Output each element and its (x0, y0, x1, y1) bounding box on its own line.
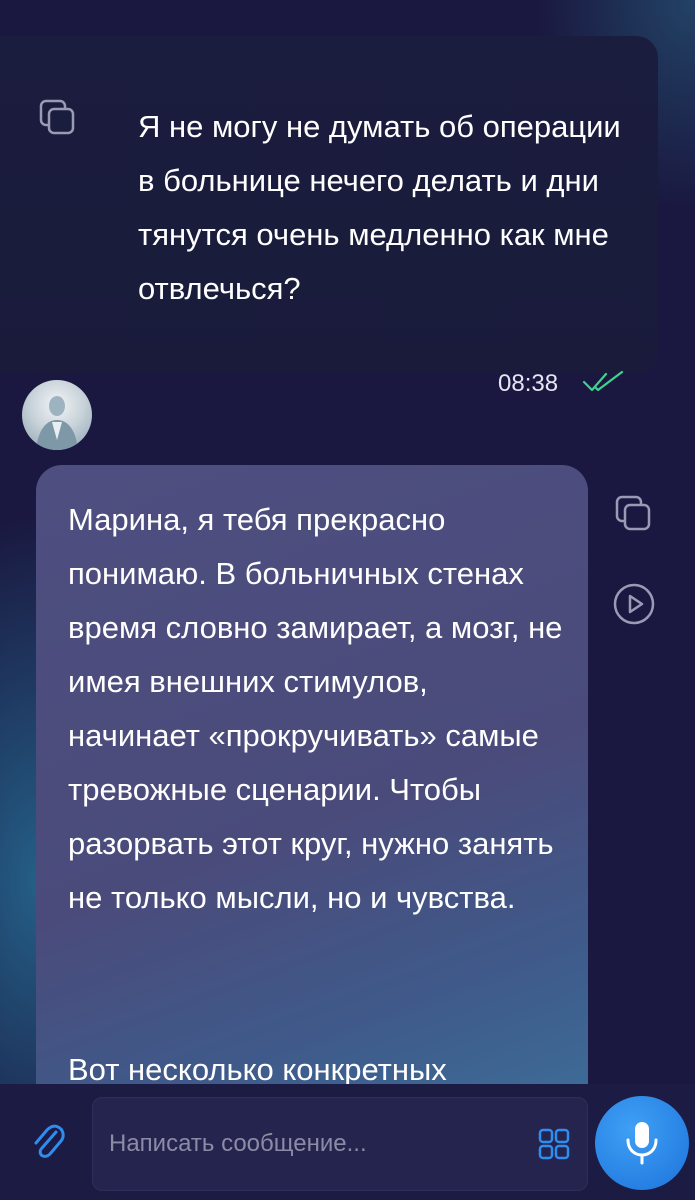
message-time: 08:38 (498, 370, 559, 397)
avatar[interactable] (22, 380, 92, 450)
incoming-message-text: Марина, я тебя прекрасно понимаю. В боль… (68, 502, 563, 915)
grid-icon[interactable] (538, 1128, 570, 1160)
copy-icon[interactable] (38, 98, 78, 138)
message-input-box[interactable] (92, 1097, 588, 1191)
double-check-icon (582, 370, 626, 396)
microphone-button[interactable] (595, 1096, 689, 1190)
microphone-icon (626, 1122, 658, 1165)
paperclip-icon[interactable] (30, 1122, 66, 1162)
play-icon[interactable] (612, 582, 656, 626)
copy-icon[interactable] (614, 494, 654, 534)
outgoing-message-text: Я не могу не думать об операции в больни… (138, 109, 621, 306)
message-input[interactable] (109, 1122, 509, 1166)
incoming-message: Марина, я тебя прекрасно понимаю. В боль… (36, 465, 588, 1105)
outgoing-message: Я не могу не думать об операции в больни… (0, 36, 658, 374)
